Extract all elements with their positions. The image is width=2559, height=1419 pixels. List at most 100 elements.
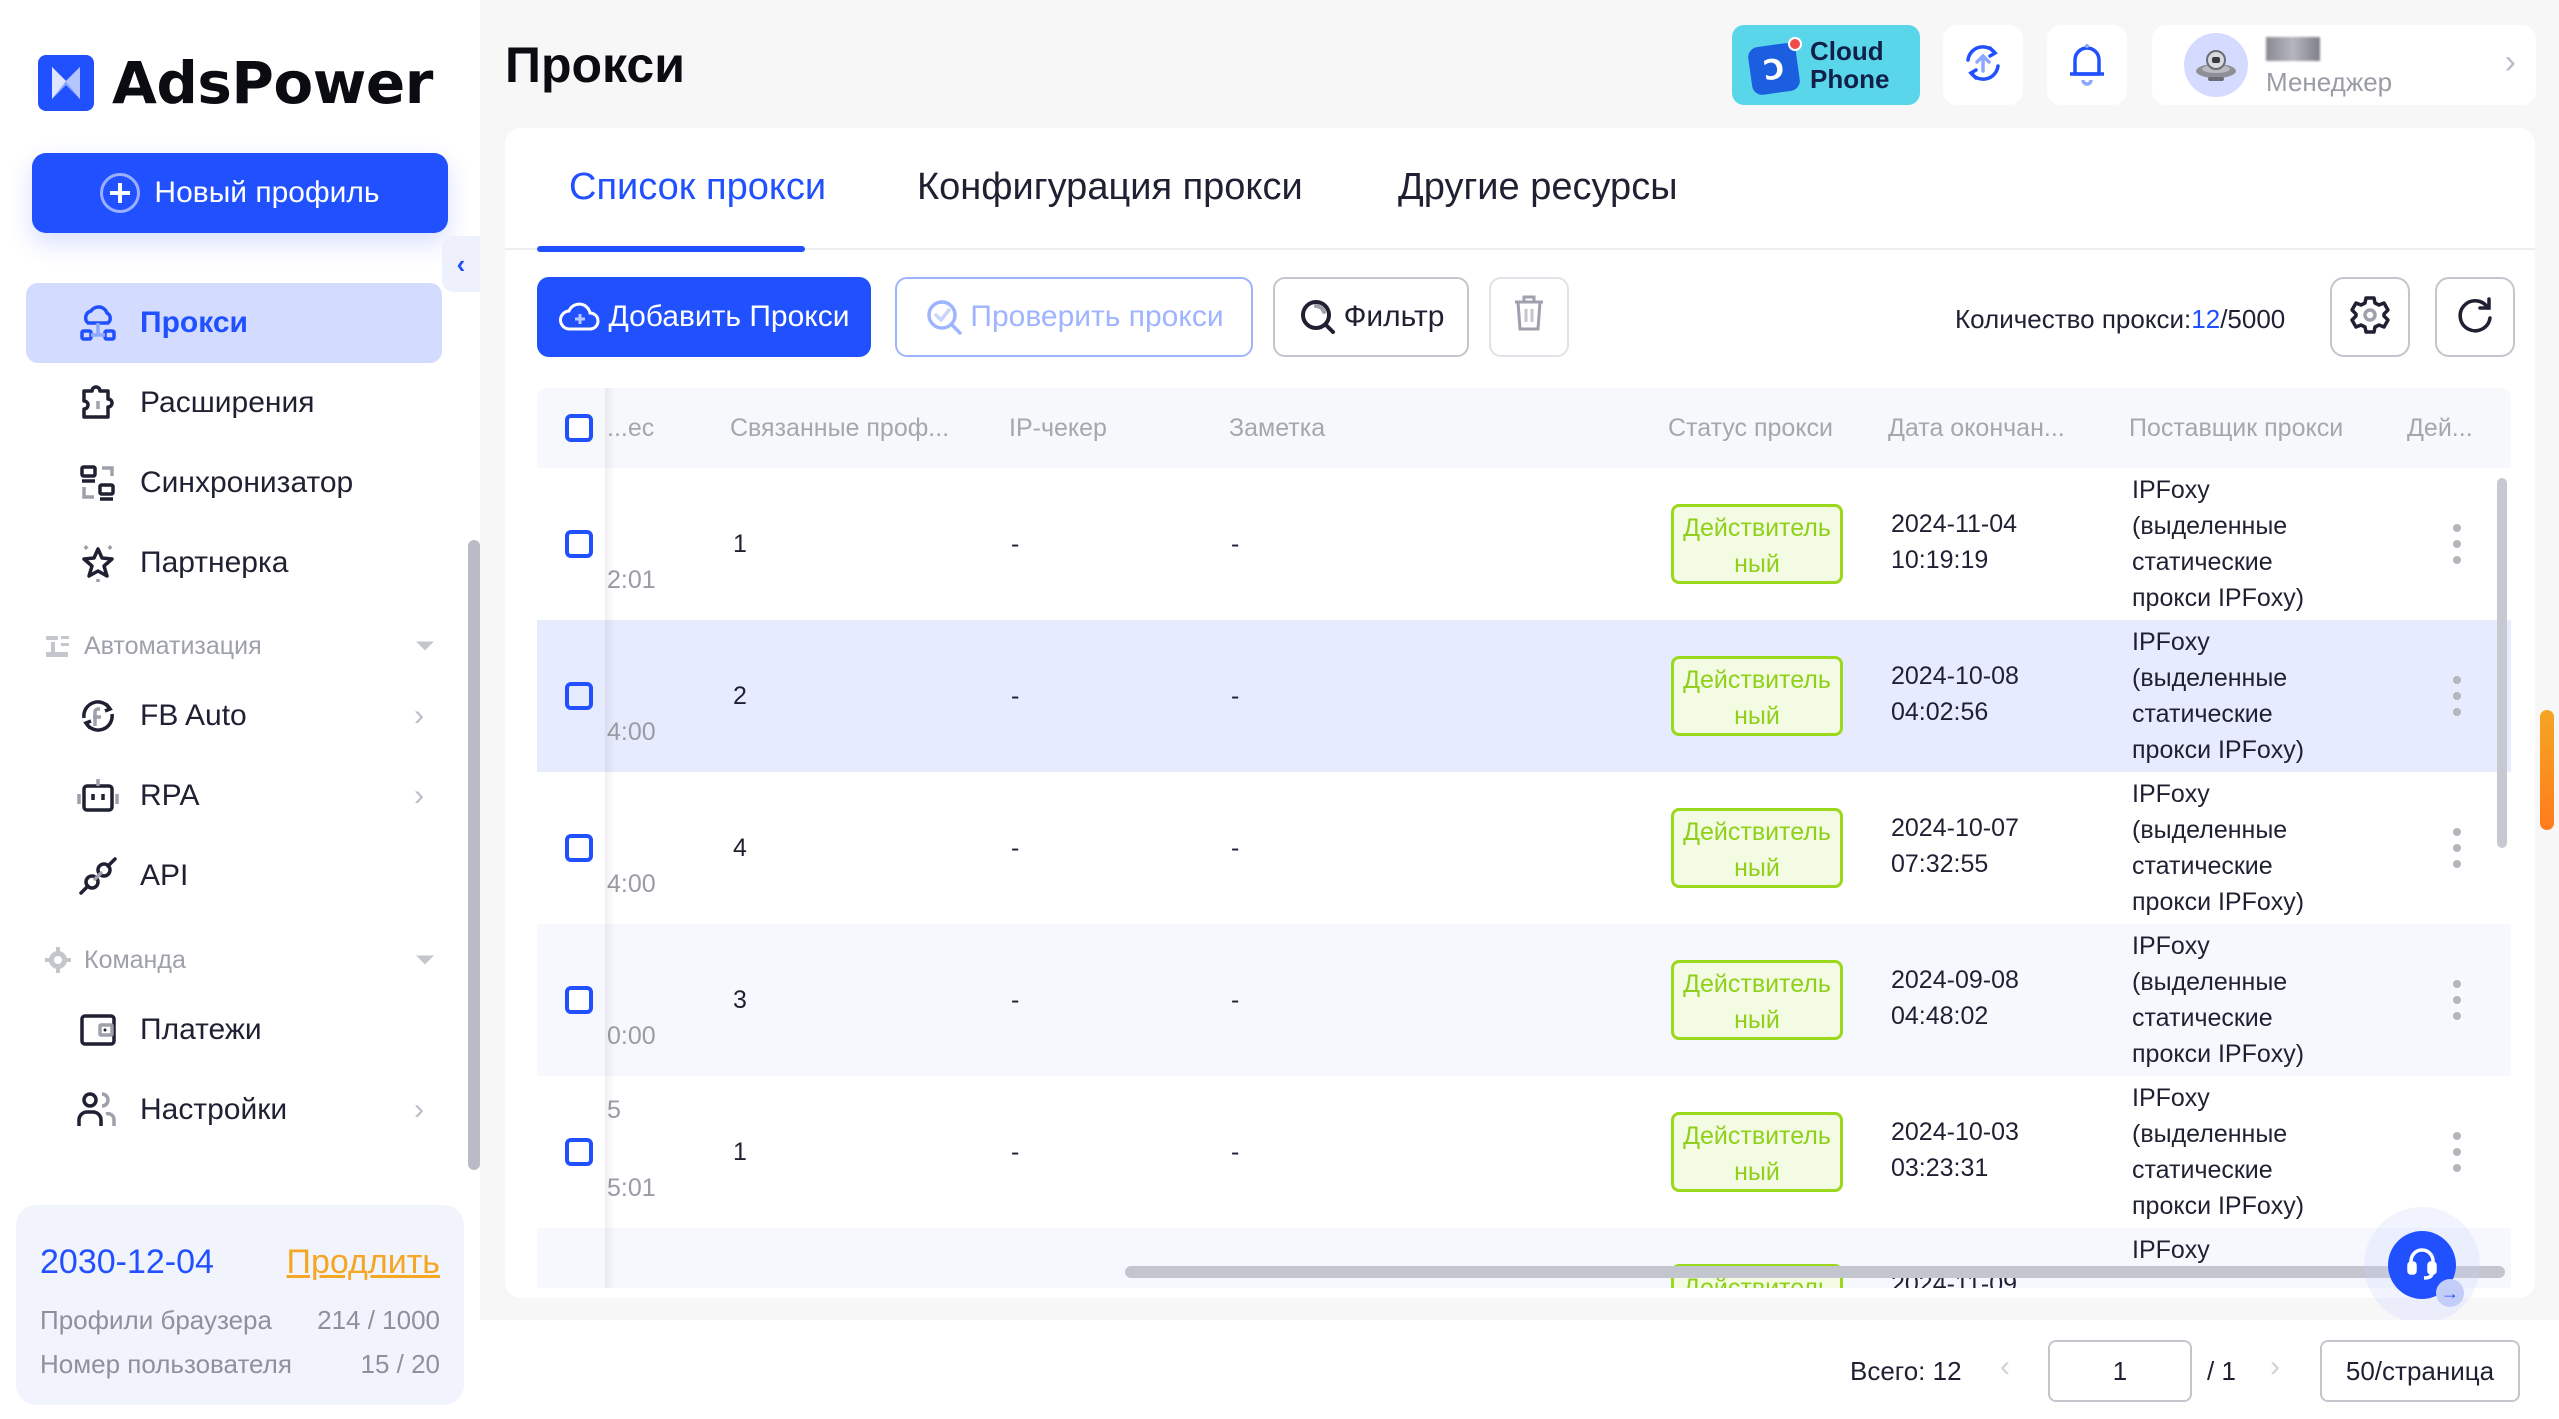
brand-name: AdsPower [112,49,433,117]
linked-profiles-count[interactable]: 2 [733,682,747,711]
sidebar-scrollbar[interactable] [468,540,480,1170]
total-pages: / 1 [2207,1356,2236,1386]
note-cell: - [1231,682,1240,710]
prev-page-button[interactable]: ‹ [2000,1350,2010,1384]
table-row[interactable]: 55:011--Действитель ный2024-10-0303:23:3… [537,1076,2511,1228]
tab-proxy-list[interactable]: Список прокси [569,166,826,209]
new-profile-button[interactable]: Новый профиль [32,153,448,233]
renew-link[interactable]: Продлить [287,1243,440,1282]
tabs: Список прокси Конфигурация прокси Другие… [537,128,2535,252]
row-checkbox[interactable] [565,834,593,862]
row-checkbox[interactable] [565,682,593,710]
sidebar-item-label: FB Auto [140,699,247,732]
table-vertical-scrollbar[interactable] [2497,478,2507,848]
column-settings-button[interactable] [2330,277,2410,357]
pagination: Всего: 12 ‹ / 1 › 50/страница [480,1320,2559,1419]
more-actions-icon[interactable] [2447,524,2467,564]
active-tab-indicator [537,246,805,252]
table-header: ...ес Связанные проф... IP-чекер Заметка… [537,388,2511,468]
expiry-time: 10:19:19 [1891,546,1989,574]
sidebar-item-label: Настройки [140,1093,288,1126]
logo[interactable]: AdsPower [38,49,433,117]
page-title: Прокси [505,37,685,93]
table-row[interactable]: 4:00 4- - Действитель ный 2024-10-07 07:32:55… [537,772,2511,924]
table-row[interactable]: 4:00 2- - Действитель ный 2024-10-08 04:02:56… [537,620,2511,772]
tab-other-resources[interactable]: Другие ресурсы [1398,166,1678,209]
more-actions-icon[interactable] [2447,980,2467,1020]
tab-proxy-config[interactable]: Конфигурация прокси [917,166,1303,209]
linked-profiles-count[interactable]: 1 [733,530,747,559]
column-header[interactable]: Статус прокси [1668,414,1833,443]
puzzle-icon [76,381,120,425]
update-button[interactable] [1943,25,2023,105]
proxy-count: Количество прокси:12/5000 [1955,304,2286,334]
add-proxy-button[interactable]: Добавить Прокси [537,277,871,357]
sidebar-item-fb-auto[interactable]: FB Auto › [26,676,442,756]
row-checkbox[interactable] [565,1138,593,1166]
note-cell: - [1231,1138,1240,1166]
column-header[interactable]: Связанные проф... [730,414,949,443]
linked-profiles-count[interactable]: 4 [733,834,747,863]
more-actions-icon[interactable] [2447,1132,2467,1172]
page-scroll-indicator[interactable] [2540,710,2554,830]
sidebar-item-api[interactable]: API [26,836,442,916]
notification-dot [1788,37,1802,51]
column-header[interactable]: IP-чекер [1009,414,1107,443]
sidebar-item-label: API [140,859,189,892]
expiry-date: 2024-10-03 [1891,1118,2019,1146]
support-chat-button[interactable]: → [2388,1231,2464,1307]
chevron-right-icon: › [414,699,424,732]
facebook-sync-icon [76,694,120,738]
refresh-button[interactable] [2435,277,2515,357]
subscription-expiry-date: 2030-12-04 [40,1243,214,1281]
proxy-provider: IPFoxy [2132,1236,2210,1264]
sidebar-item-rpa[interactable]: RPA › [26,756,442,836]
more-actions-icon[interactable] [2447,828,2467,868]
filter-button[interactable]: Фильтр [1273,277,1469,357]
arrow-right-icon: → [2436,1279,2464,1307]
automation-icon [42,630,74,662]
linked-profiles-count[interactable]: 1 [733,1138,747,1167]
linked-profiles-count[interactable]: 3 [733,986,747,1015]
page-number-input[interactable] [2048,1340,2192,1402]
next-page-button[interactable]: › [2270,1350,2280,1384]
usage-label: Номер пользователя [40,1349,292,1379]
nav-group-automation[interactable]: Автоматизация [42,626,434,666]
table-row[interactable]: 0:00 3- - Действитель ный 2024-09-08 04:48:02… [537,924,2511,1076]
column-header[interactable]: Заметка [1229,414,1325,443]
select-all-checkbox[interactable] [565,414,593,442]
cloud-phone-button[interactable]: Ↄ Cloud Phone [1732,25,1920,105]
row-checkbox[interactable] [565,530,593,558]
sidebar-item-payments[interactable]: Платежи [26,990,442,1070]
column-header[interactable]: Дата окончан... [1888,414,2065,443]
plug-icon [76,854,120,898]
column-header[interactable]: Дей... [2407,414,2473,443]
row-checkbox[interactable] [565,986,593,1014]
collapse-sidebar-button[interactable]: ‹ [442,236,480,292]
ip-checker-cell: - [1011,986,1020,1014]
sidebar-item-synchronizer[interactable]: Синхронизатор [26,443,442,523]
usage-value: 214 / 1000 [317,1305,440,1335]
check-proxy-button[interactable]: Проверить прокси [895,277,1253,357]
table-horizontal-scrollbar[interactable] [1125,1266,2505,1278]
table-row[interactable]: 2:01 1- - Действитель ный 2024-11-04 10:19:19… [537,468,2511,620]
table-row[interactable]: Действитель ный2024-11-09IPFoxy [537,1228,2511,1288]
check-proxy-label: Проверить прокси [970,300,1224,333]
column-header[interactable]: Поставщик прокси [2129,414,2343,443]
check-search-icon [924,297,964,337]
tabs-divider [505,248,2535,250]
sidebar-item-affiliate[interactable]: Партнерка [26,523,442,603]
sidebar-item-extensions[interactable]: Расширения [26,363,442,443]
nav-group-team[interactable]: Команда [42,940,434,980]
page-size-select[interactable]: 50/страница [2320,1340,2520,1402]
sidebar-item-settings[interactable]: Настройки › [26,1070,442,1150]
more-actions-icon[interactable] [2447,676,2467,716]
delete-button[interactable] [1489,277,1569,357]
bell-icon [2065,40,2109,91]
sidebar-item-proxy[interactable]: Прокси [26,283,442,363]
user-menu[interactable]: Менеджер › [2152,25,2536,105]
proxy-provider: IPFoxy (выделенные статические прокси IP… [2132,1084,2305,1220]
fixed-column-shadow [605,388,615,1288]
notifications-button[interactable] [2047,25,2127,105]
proxy-icon [76,301,120,345]
